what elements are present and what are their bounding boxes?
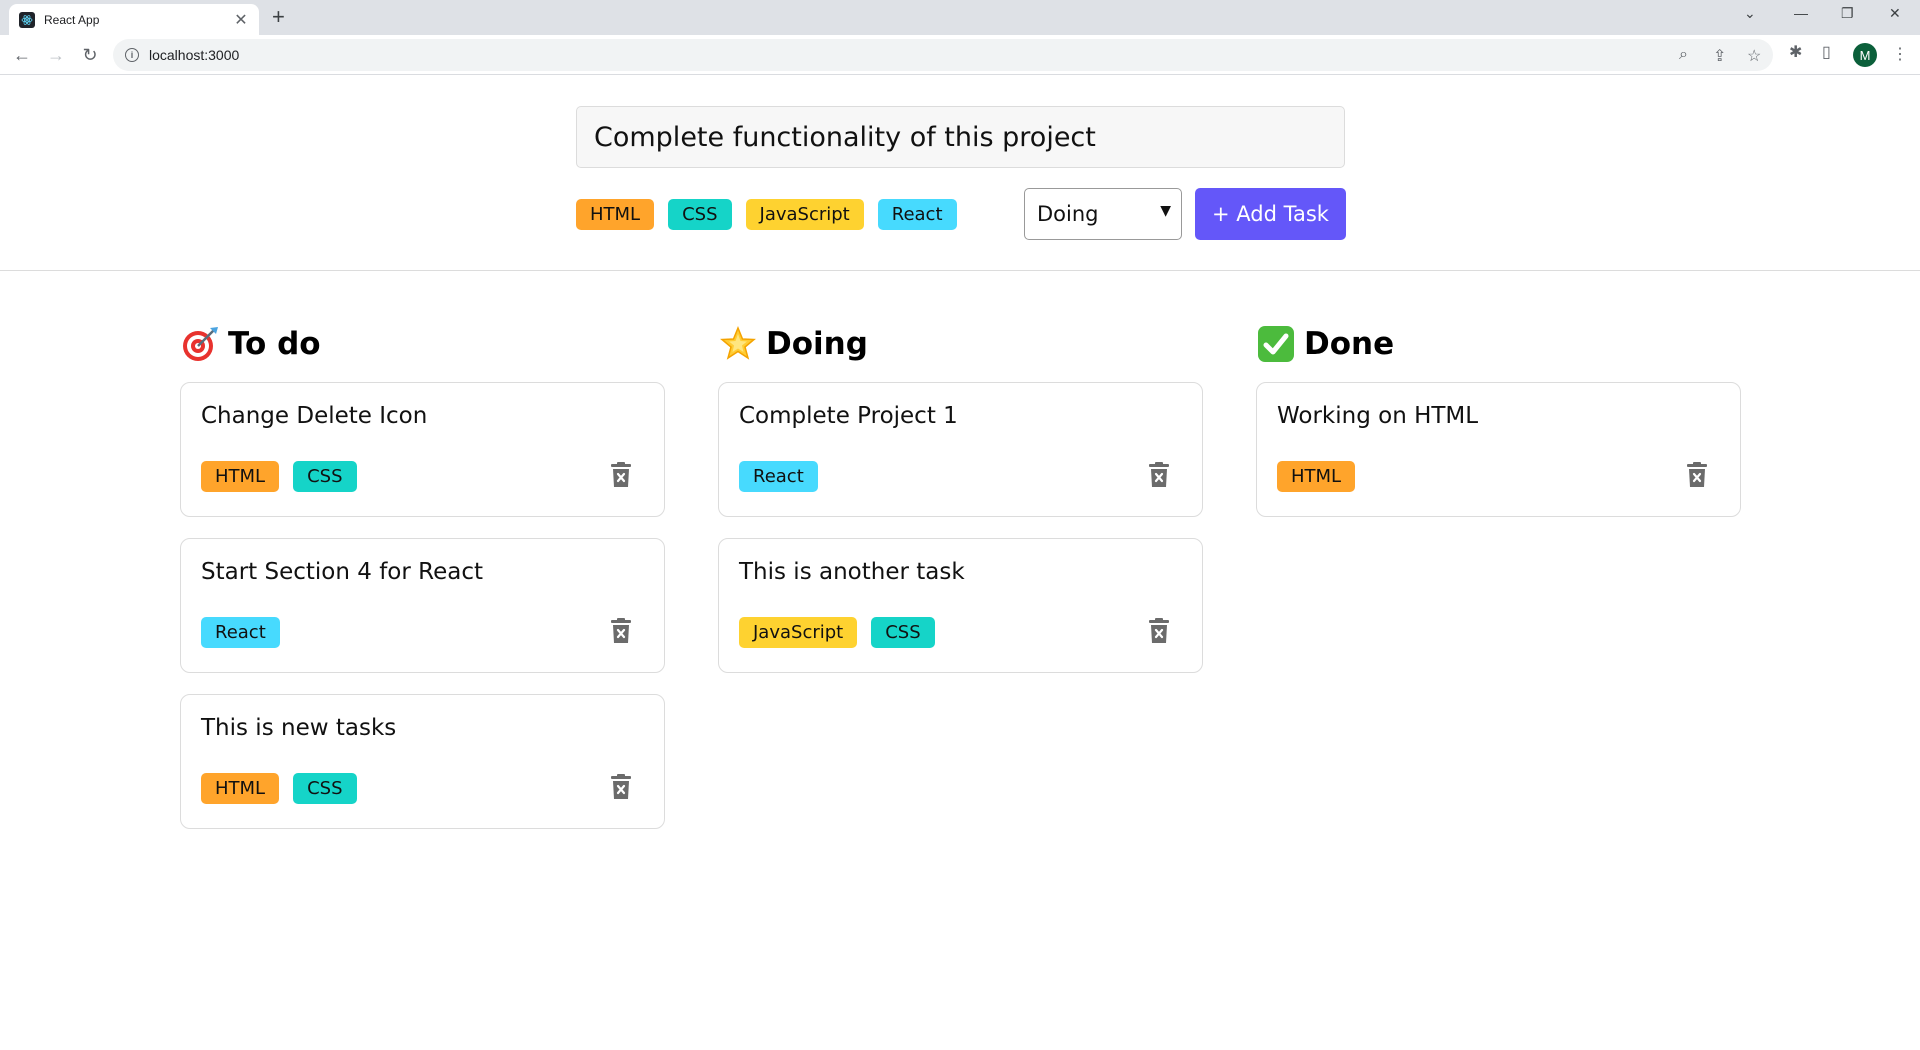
add-task-button[interactable]: + Add Task xyxy=(1195,188,1346,240)
chevron-down-icon: ▼ xyxy=(1160,203,1171,219)
check-mark-button-icon xyxy=(1256,324,1296,364)
status-selected-value: Doing xyxy=(1037,202,1099,226)
side-panel-icon[interactable]: ▯ xyxy=(1822,42,1831,62)
column-done: Done Working on HTML HTML xyxy=(1256,322,1741,850)
tab-search-icon[interactable]: ⌄ xyxy=(1744,5,1756,22)
task-tags: JavaScript CSS xyxy=(739,617,935,648)
back-icon[interactable]: ← xyxy=(10,43,34,67)
column-doing: Doing Complete Project 1 React This is a… xyxy=(718,322,1203,850)
reload-icon[interactable]: ↻ xyxy=(78,43,102,67)
task-tag: HTML xyxy=(201,773,280,804)
task-tags: React xyxy=(201,617,280,648)
url-text: localhost:3000 xyxy=(149,47,240,63)
glowing-star-icon xyxy=(718,324,758,364)
delete-icon[interactable] xyxy=(608,615,634,647)
direct-hit-icon xyxy=(180,324,220,364)
bookmark-star-icon[interactable]: ☆ xyxy=(1747,46,1761,66)
status-select[interactable]: Doing ▼ xyxy=(1024,188,1182,240)
task-title: Complete Project 1 xyxy=(739,403,958,429)
task-tag: HTML xyxy=(201,461,280,492)
tab-title: React App xyxy=(44,12,100,27)
task-tags: HTML xyxy=(1277,461,1356,492)
task-input[interactable] xyxy=(576,106,1345,168)
browser-menu-icon[interactable]: ⋮ xyxy=(1892,44,1908,64)
column-header: To do xyxy=(180,322,665,366)
task-title: Working on HTML xyxy=(1277,403,1479,429)
delete-icon[interactable] xyxy=(1684,459,1710,491)
column-header: Doing xyxy=(718,322,1203,366)
column-header: Done xyxy=(1256,322,1741,366)
browser-toolbar: ← → ↻ i localhost:3000 ⌕ ⇪ ☆ xyxy=(0,35,1920,75)
task-tags: React xyxy=(739,461,818,492)
task-tag: HTML xyxy=(1277,461,1356,492)
column-title: Doing xyxy=(766,326,868,362)
delete-icon[interactable] xyxy=(608,771,634,803)
tag-selector: HTML CSS JavaScript React xyxy=(576,199,957,230)
task-card: Complete Project 1 React xyxy=(718,382,1203,517)
task-card: Start Section 4 for React React xyxy=(180,538,665,673)
close-window-icon[interactable]: ✕ xyxy=(1889,5,1901,22)
tag-css-button[interactable]: CSS xyxy=(668,199,732,230)
new-tab-icon[interactable]: + xyxy=(272,6,285,28)
zoom-icon[interactable]: ⌕ xyxy=(1679,46,1688,64)
task-card: This is new tasks HTML CSS xyxy=(180,694,665,829)
address-bar[interactable]: i localhost:3000 ⌕ ⇪ ☆ xyxy=(113,39,1773,71)
site-info-icon[interactable]: i xyxy=(125,48,139,62)
react-logo-icon xyxy=(19,11,35,28)
share-icon[interactable]: ⇪ xyxy=(1713,46,1726,66)
tag-html-button[interactable]: HTML xyxy=(576,199,655,230)
tag-react-button[interactable]: React xyxy=(877,199,957,230)
task-tags: HTML CSS xyxy=(201,773,357,804)
task-tag: CSS xyxy=(871,617,935,648)
close-tab-icon[interactable]: ✕ xyxy=(233,10,249,30)
column-title: To do xyxy=(228,326,321,362)
browser-tab[interactable]: React App ✕ xyxy=(9,4,259,35)
forward-icon[interactable]: → xyxy=(44,43,68,67)
tag-javascript-button[interactable]: JavaScript xyxy=(745,199,864,230)
column-title: Done xyxy=(1304,326,1395,362)
task-card: Working on HTML HTML xyxy=(1256,382,1741,517)
avatar[interactable]: M xyxy=(1853,43,1877,67)
extensions-icon[interactable]: ✱ xyxy=(1789,42,1802,62)
delete-icon[interactable] xyxy=(1146,459,1172,491)
delete-icon[interactable] xyxy=(608,459,634,491)
minimize-icon[interactable]: — xyxy=(1794,5,1808,21)
delete-icon[interactable] xyxy=(1146,615,1172,647)
task-title: This is another task xyxy=(739,559,965,585)
task-tag: JavaScript xyxy=(739,617,858,648)
task-form: HTML CSS JavaScript React Doing ▼ + Add … xyxy=(0,75,1920,271)
task-card: This is another task JavaScript CSS xyxy=(718,538,1203,673)
task-title: This is new tasks xyxy=(201,715,397,741)
task-tag: React xyxy=(739,461,818,492)
task-tag: React xyxy=(201,617,280,648)
task-tag: CSS xyxy=(293,461,357,492)
restore-icon[interactable]: ❐ xyxy=(1841,5,1854,22)
task-tag: CSS xyxy=(293,773,357,804)
task-title: Change Delete Icon xyxy=(201,403,428,429)
browser-tab-bar: React App ✕ + ⌄ — ❐ ✕ xyxy=(0,0,1920,35)
column-todo: To do Change Delete Icon HTML CSS Start … xyxy=(180,322,665,850)
task-title: Start Section 4 for React xyxy=(201,559,483,585)
task-tags: HTML CSS xyxy=(201,461,357,492)
task-board: To do Change Delete Icon HTML CSS Start … xyxy=(180,322,1741,850)
task-card: Change Delete Icon HTML CSS xyxy=(180,382,665,517)
